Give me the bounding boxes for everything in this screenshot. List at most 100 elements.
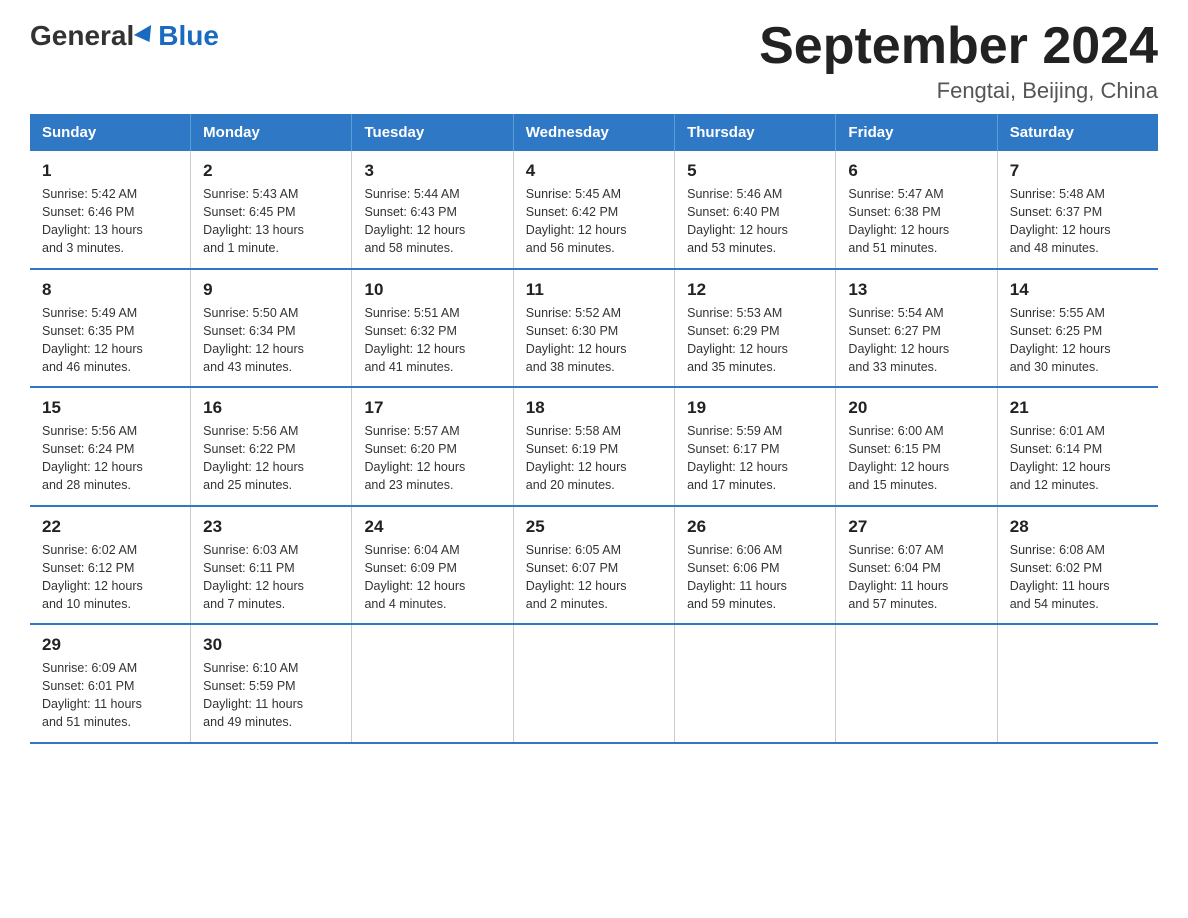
day-cell: 8 Sunrise: 5:49 AM Sunset: 6:35 PM Daylig… xyxy=(30,269,191,388)
week-row-5: 29Sunrise: 6:09 AM Sunset: 6:01 PM Dayli… xyxy=(30,624,1158,743)
day-info: Sunrise: 5:56 AM Sunset: 6:22 PM Dayligh… xyxy=(203,422,339,495)
week-row-2: 8 Sunrise: 5:49 AM Sunset: 6:35 PM Daylig… xyxy=(30,269,1158,388)
day-cell: 7 Sunrise: 5:48 AM Sunset: 6:37 PM Daylig… xyxy=(997,151,1158,269)
month-title: September 2024 xyxy=(759,20,1158,72)
day-cell: 26 Sunrise: 6:06 AM Sunset: 6:06 PM Dayli… xyxy=(675,506,836,625)
day-number: 12 xyxy=(687,280,823,300)
logo-blue-text: Blue xyxy=(158,20,219,52)
day-number: 23 xyxy=(203,517,339,537)
day-info: Sunrise: 6:06 AM Sunset: 6:06 PM Dayligh… xyxy=(687,541,823,614)
day-number: 24 xyxy=(364,517,500,537)
week-row-1: 1Sunrise: 5:42 AM Sunset: 6:46 PM Daylig… xyxy=(30,151,1158,269)
calendar-header: SundayMondayTuesdayWednesdayThursdayFrid… xyxy=(30,114,1158,151)
day-info: Sunrise: 5:47 AM Sunset: 6:38 PM Dayligh… xyxy=(848,185,984,258)
day-cell: 28 Sunrise: 6:08 AM Sunset: 6:02 PM Dayli… xyxy=(997,506,1158,625)
day-info: Sunrise: 5:56 AM Sunset: 6:24 PM Dayligh… xyxy=(42,422,178,495)
day-cell: 29Sunrise: 6:09 AM Sunset: 6:01 PM Dayli… xyxy=(30,624,191,743)
logo: General Blue xyxy=(30,20,219,52)
day-number: 3 xyxy=(364,161,500,181)
day-number: 26 xyxy=(687,517,823,537)
day-cell: 23Sunrise: 6:03 AM Sunset: 6:11 PM Dayli… xyxy=(191,506,352,625)
day-cell: 1Sunrise: 5:42 AM Sunset: 6:46 PM Daylig… xyxy=(30,151,191,269)
title-block: September 2024 Fengtai, Beijing, China xyxy=(759,20,1158,104)
day-info: Sunrise: 5:44 AM Sunset: 6:43 PM Dayligh… xyxy=(364,185,500,258)
day-cell xyxy=(836,624,997,743)
calendar-body: 1Sunrise: 5:42 AM Sunset: 6:46 PM Daylig… xyxy=(30,151,1158,743)
day-info: Sunrise: 5:54 AM Sunset: 6:27 PM Dayligh… xyxy=(848,304,984,377)
day-number: 30 xyxy=(203,635,339,655)
day-info: Sunrise: 6:09 AM Sunset: 6:01 PM Dayligh… xyxy=(42,659,178,732)
day-info: Sunrise: 6:01 AM Sunset: 6:14 PM Dayligh… xyxy=(1010,422,1146,495)
day-cell: 15 Sunrise: 5:56 AM Sunset: 6:24 PM Dayli… xyxy=(30,387,191,506)
day-info: Sunrise: 5:45 AM Sunset: 6:42 PM Dayligh… xyxy=(526,185,662,258)
day-number: 4 xyxy=(526,161,662,181)
day-cell: 27Sunrise: 6:07 AM Sunset: 6:04 PM Dayli… xyxy=(836,506,997,625)
day-cell: 19 Sunrise: 5:59 AM Sunset: 6:17 PM Dayli… xyxy=(675,387,836,506)
day-number: 10 xyxy=(364,280,500,300)
day-cell xyxy=(675,624,836,743)
day-info: Sunrise: 6:10 AM Sunset: 5:59 PM Dayligh… xyxy=(203,659,339,732)
day-number: 13 xyxy=(848,280,984,300)
day-number: 6 xyxy=(848,161,984,181)
day-cell: 21 Sunrise: 6:01 AM Sunset: 6:14 PM Dayli… xyxy=(997,387,1158,506)
day-cell: 3 Sunrise: 5:44 AM Sunset: 6:43 PM Daylig… xyxy=(352,151,513,269)
day-info: Sunrise: 5:42 AM Sunset: 6:46 PM Dayligh… xyxy=(42,185,178,258)
day-cell: 25Sunrise: 6:05 AM Sunset: 6:07 PM Dayli… xyxy=(513,506,674,625)
day-info: Sunrise: 6:00 AM Sunset: 6:15 PM Dayligh… xyxy=(848,422,984,495)
day-info: Sunrise: 6:02 AM Sunset: 6:12 PM Dayligh… xyxy=(42,541,178,614)
day-number: 18 xyxy=(526,398,662,418)
day-cell: 13 Sunrise: 5:54 AM Sunset: 6:27 PM Dayli… xyxy=(836,269,997,388)
day-cell: 4 Sunrise: 5:45 AM Sunset: 6:42 PM Daylig… xyxy=(513,151,674,269)
header-cell-monday: Monday xyxy=(191,114,352,151)
header-cell-wednesday: Wednesday xyxy=(513,114,674,151)
day-number: 16 xyxy=(203,398,339,418)
day-cell: 2 Sunrise: 5:43 AM Sunset: 6:45 PM Daylig… xyxy=(191,151,352,269)
day-info: Sunrise: 5:59 AM Sunset: 6:17 PM Dayligh… xyxy=(687,422,823,495)
day-number: 14 xyxy=(1010,280,1146,300)
calendar-table: SundayMondayTuesdayWednesdayThursdayFrid… xyxy=(30,114,1158,744)
day-cell: 30 Sunrise: 6:10 AM Sunset: 5:59 PM Dayli… xyxy=(191,624,352,743)
day-number: 22 xyxy=(42,517,178,537)
day-cell: 16 Sunrise: 5:56 AM Sunset: 6:22 PM Dayli… xyxy=(191,387,352,506)
day-cell: 12Sunrise: 5:53 AM Sunset: 6:29 PM Dayli… xyxy=(675,269,836,388)
header-cell-tuesday: Tuesday xyxy=(352,114,513,151)
header-cell-thursday: Thursday xyxy=(675,114,836,151)
header-cell-sunday: Sunday xyxy=(30,114,191,151)
day-number: 15 xyxy=(42,398,178,418)
day-info: Sunrise: 6:08 AM Sunset: 6:02 PM Dayligh… xyxy=(1010,541,1146,614)
day-number: 19 xyxy=(687,398,823,418)
day-number: 5 xyxy=(687,161,823,181)
day-info: Sunrise: 5:43 AM Sunset: 6:45 PM Dayligh… xyxy=(203,185,339,258)
day-info: Sunrise: 6:04 AM Sunset: 6:09 PM Dayligh… xyxy=(364,541,500,614)
day-number: 28 xyxy=(1010,517,1146,537)
day-cell: 14 Sunrise: 5:55 AM Sunset: 6:25 PM Dayli… xyxy=(997,269,1158,388)
header-row: SundayMondayTuesdayWednesdayThursdayFrid… xyxy=(30,114,1158,151)
week-row-4: 22 Sunrise: 6:02 AM Sunset: 6:12 PM Dayli… xyxy=(30,506,1158,625)
day-cell: 11Sunrise: 5:52 AM Sunset: 6:30 PM Dayli… xyxy=(513,269,674,388)
day-info: Sunrise: 5:49 AM Sunset: 6:35 PM Dayligh… xyxy=(42,304,178,377)
day-number: 7 xyxy=(1010,161,1146,181)
day-cell xyxy=(997,624,1158,743)
day-cell: 24 Sunrise: 6:04 AM Sunset: 6:09 PM Dayli… xyxy=(352,506,513,625)
day-info: Sunrise: 5:46 AM Sunset: 6:40 PM Dayligh… xyxy=(687,185,823,258)
day-cell: 9Sunrise: 5:50 AM Sunset: 6:34 PM Daylig… xyxy=(191,269,352,388)
day-info: Sunrise: 6:07 AM Sunset: 6:04 PM Dayligh… xyxy=(848,541,984,614)
day-info: Sunrise: 5:48 AM Sunset: 6:37 PM Dayligh… xyxy=(1010,185,1146,258)
day-cell xyxy=(352,624,513,743)
day-cell: 20 Sunrise: 6:00 AM Sunset: 6:15 PM Dayli… xyxy=(836,387,997,506)
day-cell: 18 Sunrise: 5:58 AM Sunset: 6:19 PM Dayli… xyxy=(513,387,674,506)
day-number: 8 xyxy=(42,280,178,300)
day-number: 9 xyxy=(203,280,339,300)
day-info: Sunrise: 5:58 AM Sunset: 6:19 PM Dayligh… xyxy=(526,422,662,495)
day-number: 2 xyxy=(203,161,339,181)
day-number: 21 xyxy=(1010,398,1146,418)
day-cell: 22 Sunrise: 6:02 AM Sunset: 6:12 PM Dayli… xyxy=(30,506,191,625)
day-number: 20 xyxy=(848,398,984,418)
day-info: Sunrise: 5:55 AM Sunset: 6:25 PM Dayligh… xyxy=(1010,304,1146,377)
week-row-3: 15 Sunrise: 5:56 AM Sunset: 6:24 PM Dayli… xyxy=(30,387,1158,506)
logo-general-text: General xyxy=(30,20,134,52)
page-header: General Blue September 2024 Fengtai, Bei… xyxy=(30,20,1158,104)
day-info: Sunrise: 5:51 AM Sunset: 6:32 PM Dayligh… xyxy=(364,304,500,377)
day-cell xyxy=(513,624,674,743)
day-info: Sunrise: 5:57 AM Sunset: 6:20 PM Dayligh… xyxy=(364,422,500,495)
